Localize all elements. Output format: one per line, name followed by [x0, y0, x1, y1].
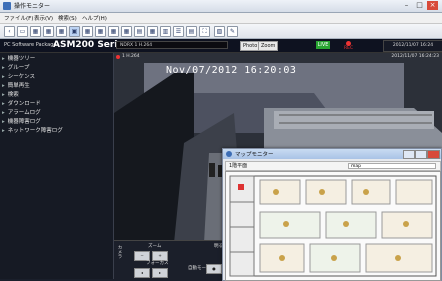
menu-bar: ファイル(F) 表示(V) 検索(S) ヘルプ(H) [0, 13, 442, 24]
close-icon[interactable]: × [427, 1, 438, 10]
video-timestamp-overlay: Nov/07/2012 16:20:03 [166, 65, 297, 76]
layout-active-icon[interactable]: ▣ [69, 26, 80, 37]
brand-small: PC Software Package [4, 42, 57, 48]
sidebar-item-label: 機器障害ログ [7, 119, 41, 125]
sidebar-item-network-error-log[interactable]: ▸ ネットワーク障害ログ [2, 127, 111, 135]
map-floor-field[interactable]: 1階平面 [229, 162, 247, 170]
focus-near-button[interactable]: ◂ [134, 268, 150, 278]
layout-8-icon[interactable]: ▦ [95, 26, 106, 37]
app-icon [3, 2, 11, 10]
rec-label: REC [344, 46, 354, 51]
layout-grid-icon[interactable]: ▦ [147, 26, 158, 37]
sidebar-item-label: アラームログ [7, 110, 41, 116]
sidebar-item-label: 機器ツリー [7, 56, 36, 62]
sidebar-item-label: ダウンロード [7, 101, 41, 107]
map-icon[interactable]: ▧ [214, 26, 225, 37]
sidebar-item-label: シーケンス [7, 74, 35, 80]
prev-icon[interactable]: ‹ [4, 26, 15, 37]
zoom-label: ズーム [148, 244, 162, 249]
map-window-icon [226, 151, 232, 157]
sidebar-item-easy-playback[interactable]: ▸ 簡単再生 [2, 82, 111, 90]
menu-help[interactable]: ヘルプ(H) [82, 14, 107, 22]
sidebar-item-device-tree[interactable]: ▸ 機器ツリー [2, 55, 111, 63]
layout-4-icon[interactable]: ▦ [30, 26, 41, 37]
map-minimize-icon[interactable] [403, 150, 415, 159]
floor-plan[interactable] [225, 171, 441, 281]
layout-13-icon[interactable]: ▦ [121, 26, 132, 37]
map-select[interactable]: map [348, 163, 436, 169]
layout-10-icon[interactable]: ▦ [108, 26, 119, 37]
title-bar: 操作モニター – □ × [0, 0, 442, 13]
chevron-right-icon: ▸ [2, 56, 5, 62]
sidebar-item-download[interactable]: ▸ ダウンロード [2, 100, 111, 108]
layout-rows-icon[interactable]: ☰ [173, 26, 184, 37]
sidebar-item-group[interactable]: ▸ グループ [2, 64, 111, 72]
chevron-right-icon: ▸ [2, 101, 5, 107]
focus-far-button[interactable]: ▸ [152, 268, 168, 278]
fullscreen-icon[interactable]: ⛶ [199, 26, 210, 37]
map-title-bar[interactable]: マップモニター [223, 149, 441, 159]
sidebar-item-label: 簡単再生 [7, 83, 30, 89]
chevron-right-icon: ▸ [2, 92, 5, 98]
chevron-right-icon: ▸ [2, 83, 5, 89]
window-title: 操作モニター [14, 3, 51, 10]
menu-search[interactable]: 検索(S) [58, 14, 77, 22]
maximize-icon[interactable]: □ [414, 1, 425, 10]
header-strip: PC Software Package ASM200 Series NDRX 1… [0, 39, 442, 53]
camera-field: NDRX 1 H.264 [116, 41, 228, 49]
layout-wide-icon[interactable]: ▤ [134, 26, 145, 37]
header-datetime: 2012/11/07 16:24 [383, 40, 442, 52]
map-window-title: マップモニター [235, 152, 274, 158]
map-monitor-window[interactable]: マップモニター 1階平面 map [222, 148, 442, 281]
camera-rec-icon [116, 55, 120, 59]
sidebar-item-label: ネットワーク障害ログ [7, 128, 63, 134]
sidebar-item-label: グループ [7, 65, 30, 71]
sidebar: ▸ 機器ツリー ▸ グループ ▸ シーケンス ▸ 簡単再生 ▸ 検索 ▸ ダウンロード ▸ ア… [0, 53, 114, 279]
menu-view[interactable]: 表示(V) [34, 14, 53, 22]
sidebar-item-search[interactable]: ▸ 検索 [2, 91, 111, 99]
map-toolbar: 1階平面 map [225, 161, 441, 171]
layout-6-icon[interactable]: ▦ [82, 26, 93, 37]
camera-label: 1 H.264 [122, 54, 140, 59]
minimize-icon[interactable]: – [401, 1, 412, 10]
chevron-right-icon: ▸ [2, 110, 5, 116]
map-maximize-icon[interactable] [415, 150, 427, 159]
toolbar: ‹ ▭ ▦ ▦ ▦ ▣ ▦ ▦ ▦ ▦ ▤ ▦ ▥ ☰ ▤ ⛶ ▧ ✎ [0, 24, 442, 39]
layout-split-icon[interactable]: ▥ [160, 26, 171, 37]
camera-control-label: カメラ [117, 245, 122, 259]
zoom-button[interactable]: Zoom [258, 41, 279, 51]
live-badge[interactable]: LIVE [316, 41, 330, 49]
sidebar-item-device-error-log[interactable]: ▸ 機器障害ログ [2, 118, 111, 126]
sidebar-item-sequence[interactable]: ▸ シーケンス [2, 73, 111, 81]
floor-plan-drawing [226, 172, 440, 280]
chevron-right-icon: ▸ [2, 65, 5, 71]
chevron-right-icon: ▸ [2, 119, 5, 125]
settings-icon[interactable]: ✎ [227, 26, 238, 37]
chevron-right-icon: ▸ [2, 74, 5, 80]
camera-corner-time: 2012/11/07 16:24:23 [391, 54, 439, 59]
layout-16-icon[interactable]: ▦ [56, 26, 67, 37]
chevron-right-icon: ▸ [2, 128, 5, 134]
sidebar-item-label: 検索 [7, 92, 19, 98]
layout-9-icon[interactable]: ▦ [43, 26, 54, 37]
layout-1-icon[interactable]: ▭ [17, 26, 28, 37]
auto-mode-button[interactable]: ● [206, 264, 222, 274]
sidebar-item-alarm-log[interactable]: ▸ アラームログ [2, 109, 111, 117]
layout-cols-icon[interactable]: ▤ [186, 26, 197, 37]
map-close-icon[interactable] [427, 150, 440, 159]
focus-label: フォーカス [146, 261, 169, 266]
menu-file[interactable]: ファイル(F) [4, 14, 33, 22]
